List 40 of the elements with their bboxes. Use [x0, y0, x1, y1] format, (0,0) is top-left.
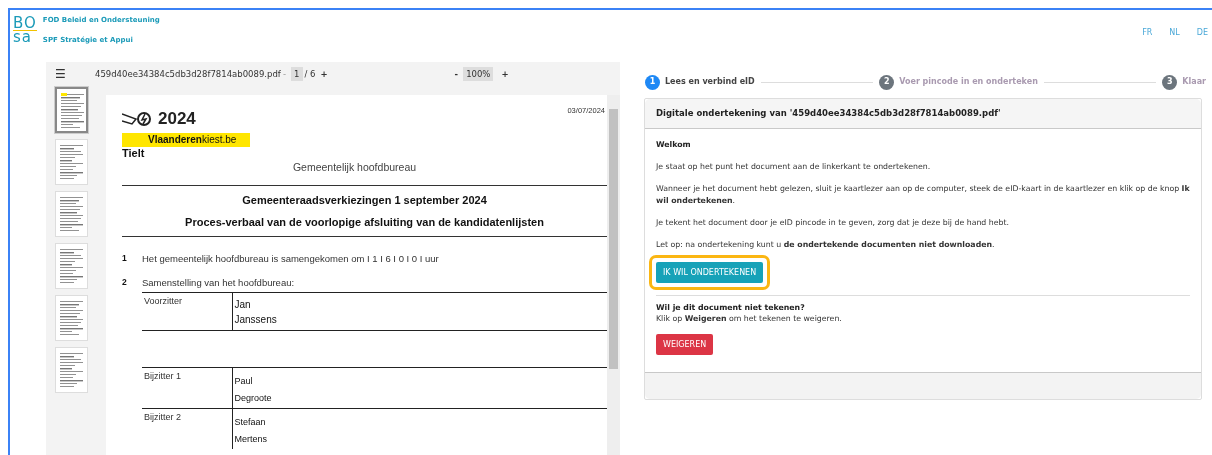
- member-first-name: Jan: [234, 297, 252, 312]
- menu-icon[interactable]: ☰: [55, 65, 95, 83]
- member-last-name: Mertens: [234, 433, 268, 447]
- office-name: Gemeentelijk hoofdbureau: [291, 159, 418, 175]
- page-thumbnail[interactable]: [54, 87, 88, 133]
- banner-year: 2024: [158, 108, 196, 131]
- document-subtitle: Proces-verbaal van de voorlopige afsluiting van de kandidatenlijsten: [184, 214, 545, 230]
- logo-mark: BO: [13, 16, 37, 30]
- member-first-name: Paul: [234, 374, 254, 388]
- member-role: Bijzitter 2: [144, 411, 181, 422]
- page-total: / 6: [304, 67, 316, 81]
- item-text: Samenstelling van het hoofdbureau:: [142, 275, 295, 290]
- step-label: Klaar: [1182, 76, 1206, 88]
- card-title: Digitale ondertekening van '459d40ee34384c5db3d28f7814ab0089.pdf': [645, 99, 1201, 129]
- refuse-button[interactable]: WEIGEREN: [656, 333, 714, 356]
- item-number: 2: [122, 275, 128, 289]
- next-page-button[interactable]: +: [320, 67, 328, 81]
- step-number: 2: [879, 74, 895, 90]
- item-number: 1: [122, 252, 128, 266]
- step-number: 3: [1162, 74, 1178, 90]
- page-number-field[interactable]: 1: [291, 66, 303, 82]
- item-text: Het gemeentelijk hoofdbureau is samengekomen om I 1 I 6 I 0 I 0 I uur: [142, 252, 439, 267]
- municipality-name: Tielt: [122, 146, 146, 161]
- member-last-name: Janssens: [234, 312, 278, 327]
- step-label: Lees en verbind eID: [665, 76, 755, 88]
- step-label: Voer pincode in en onderteken: [899, 76, 1038, 88]
- member-role: Voorzitter: [144, 295, 183, 306]
- logo-mark: sa: [13, 29, 37, 44]
- hand-vote-icon: [122, 111, 154, 127]
- zoom-in-button[interactable]: +: [501, 67, 509, 81]
- member-last-name: Degroote: [234, 392, 273, 406]
- banner-site: Vlaanderenkiest.be: [122, 133, 250, 147]
- member-first-name: Stefaan: [234, 415, 267, 429]
- document-title: Gemeenteraadsverkiezingen 1 september 2024: [241, 193, 488, 209]
- member-role: Bijzitter 1: [144, 370, 181, 381]
- zoom-level-field[interactable]: 100%: [463, 66, 494, 82]
- file-name: 459d40ee34384c5db3d28f7814ab0089.pdf: [95, 67, 282, 81]
- zoom-out-button[interactable]: -: [454, 67, 459, 81]
- scrollbar-thumb[interactable]: [609, 109, 618, 369]
- step-number: 1: [645, 74, 660, 90]
